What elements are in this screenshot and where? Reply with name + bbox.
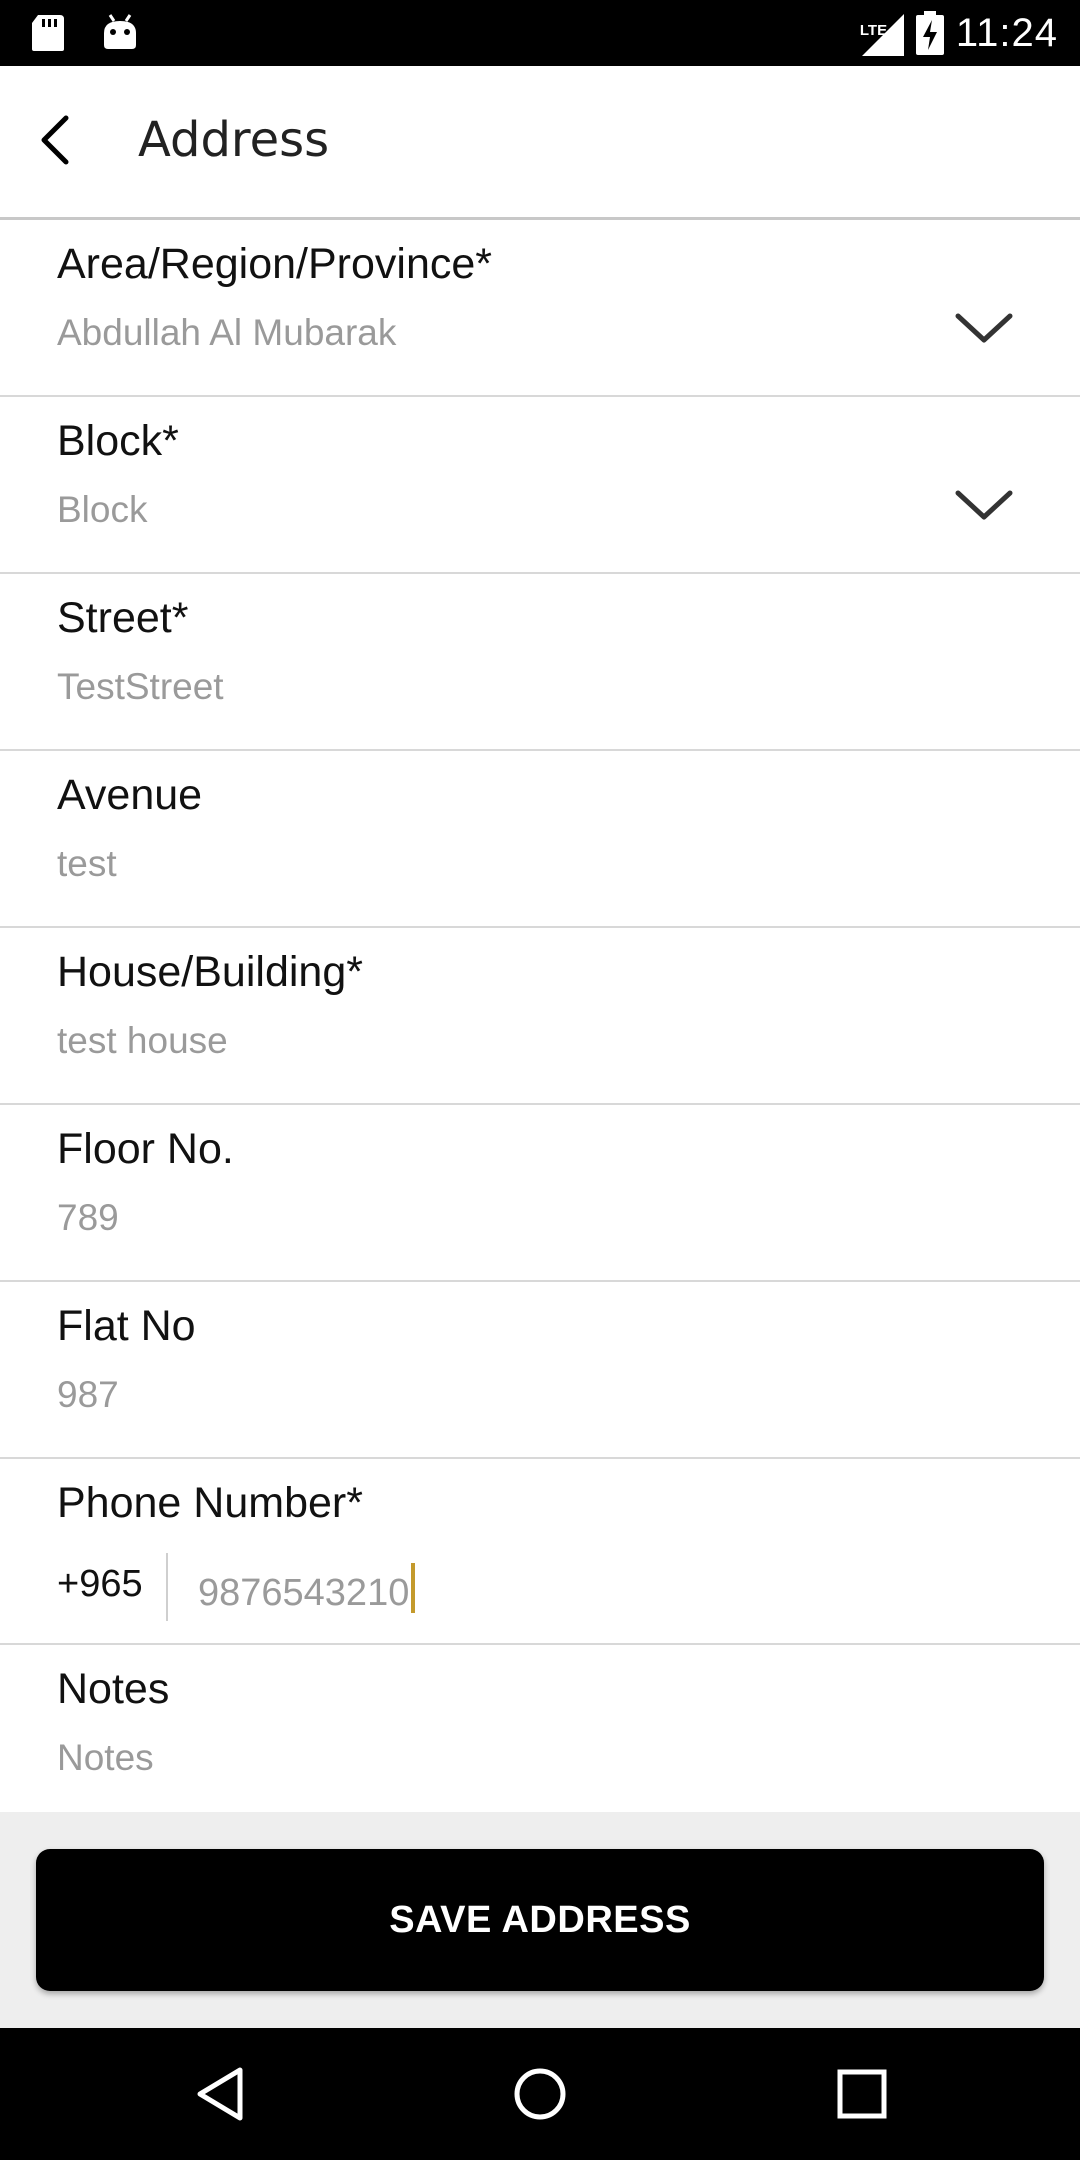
avenue-label: Avenue bbox=[57, 771, 203, 819]
divider bbox=[166, 1553, 168, 1621]
chevron-down-icon bbox=[955, 313, 1013, 343]
android-debug-icon bbox=[104, 14, 136, 49]
area-dropdown[interactable]: Area/Region/Province* Abdullah Al Mubara… bbox=[0, 220, 1080, 397]
street-field[interactable]: Street* TestStreet bbox=[0, 574, 1080, 751]
battery-charging-icon bbox=[915, 11, 944, 55]
sd-card-icon bbox=[32, 15, 64, 51]
block-dropdown[interactable]: Block* Block bbox=[0, 397, 1080, 574]
address-form: Area/Region/Province* Abdullah Al Mubara… bbox=[0, 220, 1080, 1822]
notes-input[interactable]: Notes bbox=[57, 1737, 154, 1779]
save-address-button[interactable]: SAVE ADDRESS bbox=[36, 1849, 1044, 1991]
house-field[interactable]: House/Building* test house bbox=[0, 928, 1080, 1105]
avenue-input[interactable]: test bbox=[57, 843, 117, 885]
block-label: Block* bbox=[57, 417, 179, 465]
phone-input[interactable]: 9876543210 bbox=[198, 1563, 416, 1615]
chevron-left-icon bbox=[41, 115, 69, 165]
recents-square-icon[interactable] bbox=[834, 2066, 890, 2122]
flat-input[interactable]: 987 bbox=[57, 1374, 119, 1416]
text-caret bbox=[411, 1563, 416, 1613]
flat-field[interactable]: Flat No 987 bbox=[0, 1282, 1080, 1459]
flat-label: Flat No bbox=[57, 1302, 196, 1350]
floor-input[interactable]: 789 bbox=[57, 1197, 119, 1239]
page-title: Address bbox=[138, 112, 330, 168]
country-code[interactable]: +965 bbox=[57, 1563, 143, 1606]
notes-field[interactable]: Notes Notes bbox=[0, 1645, 1080, 1822]
phone-label: Phone Number* bbox=[57, 1479, 363, 1527]
notes-label: Notes bbox=[57, 1665, 170, 1713]
street-label: Street* bbox=[57, 594, 189, 642]
phone-field[interactable]: Phone Number* +965 9876543210 bbox=[0, 1459, 1080, 1645]
block-placeholder: Block bbox=[57, 489, 148, 530]
street-input[interactable]: TestStreet bbox=[57, 666, 224, 708]
floor-label: Floor No. bbox=[57, 1125, 234, 1173]
area-label: Area/Region/Province* bbox=[57, 240, 493, 288]
clock: 11:24 bbox=[955, 10, 1058, 55]
chevron-down-icon bbox=[955, 490, 1013, 520]
floor-field[interactable]: Floor No. 789 bbox=[0, 1105, 1080, 1282]
phone-value: 9876543210 bbox=[198, 1572, 410, 1614]
area-value: Abdullah Al Mubarak bbox=[57, 312, 397, 353]
house-input[interactable]: test house bbox=[57, 1020, 228, 1062]
back-button[interactable] bbox=[30, 110, 90, 170]
signal-icon bbox=[861, 14, 904, 56]
status-bar: LTE 11:24 bbox=[0, 0, 1080, 66]
home-circle-icon[interactable] bbox=[512, 2066, 568, 2122]
house-label: House/Building* bbox=[57, 948, 363, 996]
navigation-bar bbox=[0, 2028, 1080, 2160]
app-bar: Address bbox=[0, 66, 1080, 220]
back-triangle-icon[interactable] bbox=[194, 2066, 250, 2122]
save-area: SAVE ADDRESS bbox=[0, 1812, 1080, 2028]
avenue-field[interactable]: Avenue test bbox=[0, 751, 1080, 928]
